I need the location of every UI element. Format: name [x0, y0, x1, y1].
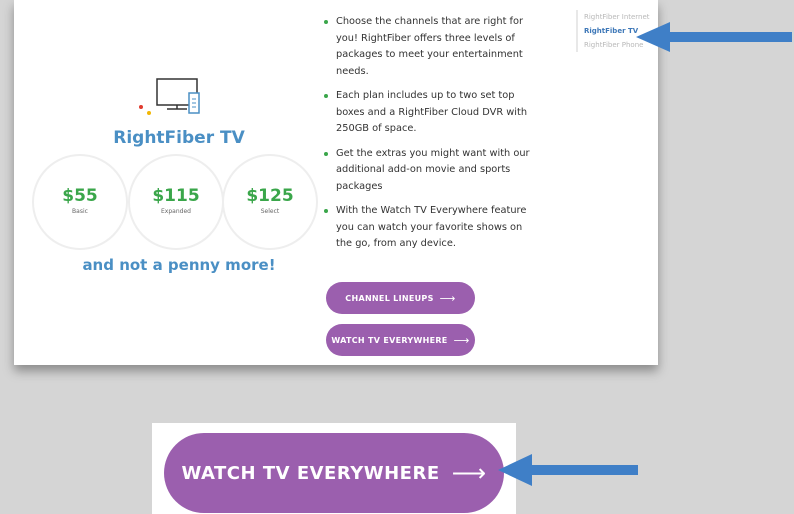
plan-price: $125 — [246, 186, 294, 206]
channel-lineups-button[interactable]: CHANNEL LINEUPS ⟶ — [326, 282, 475, 314]
arrow-right-icon: ⟶ — [439, 291, 456, 305]
arrow-right-icon: ⟶ — [451, 459, 487, 487]
list-item: With the Watch TV Everywhere feature you… — [322, 203, 532, 253]
content-card: RightFiber TV $55 Basic $115 Expanded $1… — [14, 0, 658, 365]
list-item: Choose the channels that are right for y… — [322, 14, 532, 80]
plan-select: $125 Select — [222, 154, 318, 250]
arrow-right-icon: ⟶ — [453, 333, 470, 347]
button-label: WATCH TV EVERYWHERE — [181, 462, 440, 484]
watch-tv-everywhere-button[interactable]: WATCH TV EVERYWHERE ⟶ — [326, 324, 475, 356]
plan-price: $115 — [152, 186, 200, 206]
watch-tv-everywhere-button-zoomed[interactable]: WATCH TV EVERYWHERE ⟶ — [164, 433, 504, 513]
annotation-arrow-icon — [498, 454, 638, 486]
annotation-arrow-icon — [636, 22, 792, 52]
plan-price: $55 — [62, 186, 98, 206]
zoomed-button-callout: WATCH TV EVERYWHERE ⟶ — [152, 423, 516, 514]
product-panel: RightFiber TV $55 Basic $115 Expanded $1… — [14, 0, 318, 365]
product-title: RightFiber TV — [113, 128, 245, 148]
button-label: WATCH TV EVERYWHERE — [331, 335, 448, 345]
feature-list: Choose the channels that are right for y… — [322, 14, 532, 261]
plan-basic: $55 Basic — [32, 154, 128, 250]
tagline: and not a penny more! — [82, 256, 276, 274]
plan-tier: Basic — [72, 208, 88, 215]
plan-expanded: $115 Expanded — [128, 154, 224, 250]
button-label: CHANNEL LINEUPS — [345, 293, 434, 303]
list-item: Get the extras you might want with our a… — [322, 146, 532, 196]
plan-tier: Expanded — [161, 208, 191, 215]
plan-tier: Select — [260, 208, 280, 215]
list-item: Each plan includes up to two set top box… — [322, 88, 532, 138]
tv-icon — [139, 78, 200, 115]
